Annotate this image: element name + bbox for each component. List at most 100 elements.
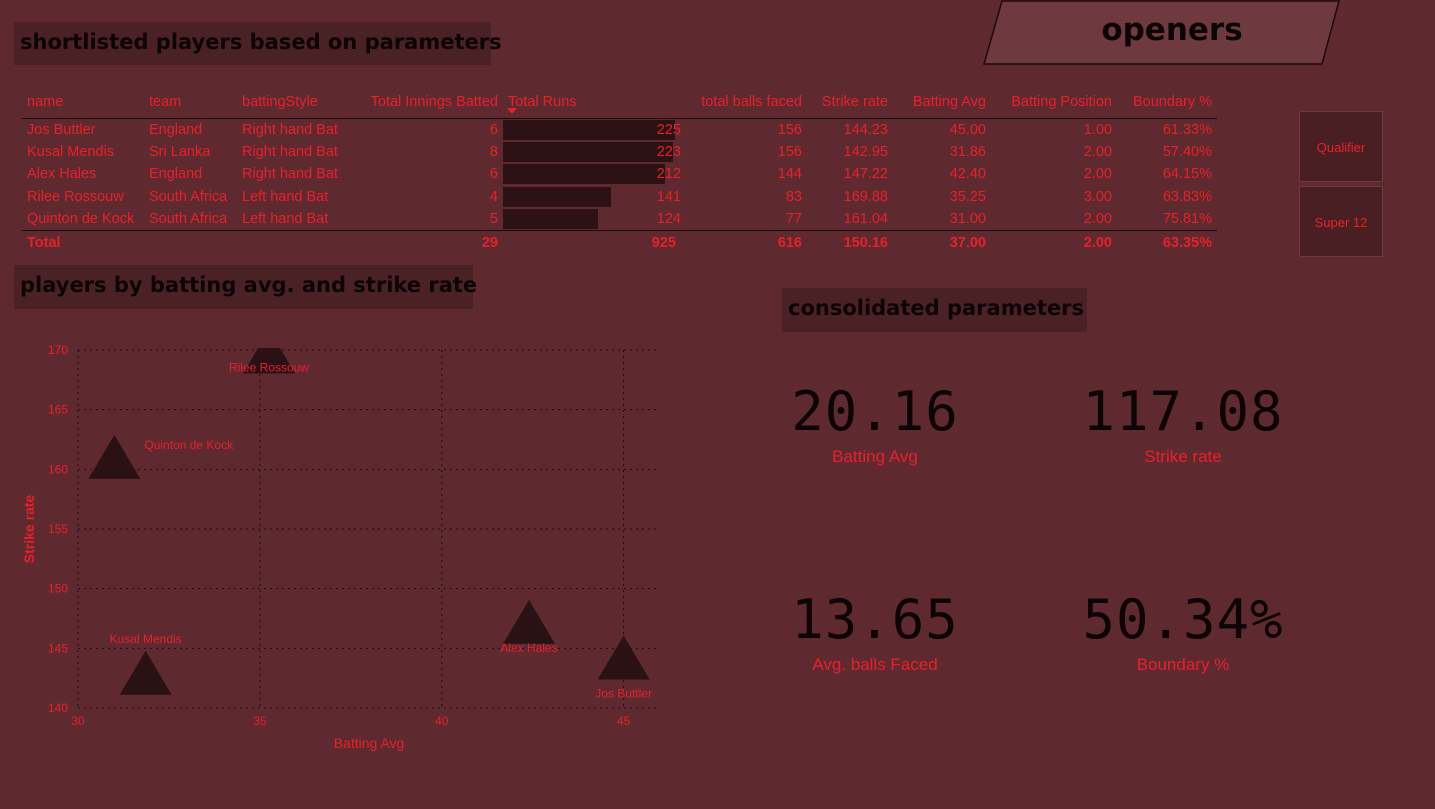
shortlist-table: name team battingStyle Total Innings Bat…	[22, 86, 1222, 255]
cell-name: Kusal Mendis	[27, 143, 115, 160]
table-row[interactable]: Rilee Rossouw South Africa Left hand Bat 4 1…	[22, 186, 1217, 209]
column-header-batting-style[interactable]: battingStyle	[237, 86, 347, 118]
kpi-value: 50.34%	[1082, 588, 1284, 651]
table-total-row: Total 29 925 616 150.16 37.00 2.00 63.35%	[22, 230, 1217, 255]
x-tick-label: 35	[253, 714, 267, 728]
runs-value: 141	[656, 189, 681, 206]
column-header-batting-position[interactable]: Batting Position	[991, 86, 1117, 118]
cell-balls: 83	[785, 189, 802, 206]
column-header-runs-label: Total Runs	[508, 93, 577, 110]
cell-strike-rate: 147.22	[843, 166, 888, 183]
cell-team: South Africa	[149, 189, 228, 206]
cell-batting-position: 2.00	[1083, 166, 1112, 183]
column-header-name[interactable]: name	[22, 86, 144, 118]
cell-balls: 156	[777, 143, 802, 160]
total-runs: 925	[651, 235, 676, 252]
cell-boundary: 75.81%	[1162, 211, 1212, 228]
point-label: Jos Buttler	[595, 687, 652, 701]
cell-runs: 212	[503, 163, 681, 186]
plot-top-mask	[14, 330, 674, 348]
cell-strike-rate: 142.95	[843, 143, 888, 160]
scatter-point	[119, 650, 172, 695]
cell-strike-rate: 169.88	[843, 189, 888, 206]
x-tick-label: 40	[435, 714, 449, 728]
column-header-innings[interactable]: Total Innings Batted	[347, 86, 503, 118]
cell-batting-style: Right hand Bat	[242, 143, 338, 160]
y-tick-label: 145	[48, 641, 68, 655]
cell-boundary: 61.33%	[1162, 121, 1212, 138]
total-strike-rate: 150.16	[843, 235, 888, 252]
total-balls: 616	[777, 235, 802, 252]
cell-batting-avg: 35.25	[949, 189, 986, 206]
cell-name: Rilee Rossouw	[27, 189, 124, 206]
cell-innings: 4	[489, 189, 498, 206]
kpi-label: Strike rate	[1144, 447, 1222, 466]
x-tick-label: 30	[71, 714, 85, 728]
column-header-team[interactable]: team	[144, 86, 237, 118]
cell-batting-position: 3.00	[1083, 189, 1112, 206]
x-axis-title: Batting Avg	[334, 735, 405, 751]
total-boundary: 63.35%	[1162, 235, 1212, 252]
kpi-avg-balls-faced: 13.65 Avg. balls Faced	[725, 588, 1025, 675]
total-batting-position: 2.00	[1083, 235, 1112, 252]
kpi-label: Avg. balls Faced	[812, 655, 938, 674]
cell-boundary: 63.83%	[1162, 189, 1212, 206]
cell-runs: 124	[503, 208, 681, 231]
scatter-point	[88, 434, 141, 479]
openers-badge: openers	[982, 0, 1342, 66]
shortlist-title: shortlisted players based on parameters	[14, 22, 502, 65]
y-tick-label: 160	[48, 462, 68, 476]
cell-team: England	[149, 121, 203, 138]
cell-batting-avg: 45.00	[949, 121, 986, 138]
cell-innings: 6	[489, 121, 498, 138]
column-header-strike-rate[interactable]: Strike rate	[807, 86, 893, 118]
column-header-batting-avg[interactable]: Batting Avg	[893, 86, 991, 118]
table-row[interactable]: Quinton de Kock South Africa Left hand Bat…	[22, 208, 1217, 231]
scatter-chart: 140 145 150 155 160 165 170 30 35 40 45 Batting Avg…	[14, 330, 674, 751]
cell-batting-style: Right hand Bat	[242, 121, 338, 138]
sort-desc-icon	[507, 108, 517, 114]
column-header-boundary[interactable]: Boundary %	[1117, 86, 1217, 118]
point-label: Rilee Rossouw	[229, 360, 309, 374]
column-header-balls[interactable]: total balls faced	[681, 86, 807, 118]
kpi-batting-avg: 20.16 Batting Avg	[725, 380, 1025, 467]
y-axis-title: Strike rate	[21, 495, 37, 564]
table-row[interactable]: Jos Buttler England Right hand Bat 6 225 156 1…	[22, 118, 1217, 141]
point-label: Quinton de Kock	[144, 438, 234, 452]
y-tick-label: 140	[48, 701, 68, 715]
cell-innings: 6	[489, 166, 498, 183]
runs-value: 225	[656, 121, 681, 138]
y-tick-label: 170	[48, 343, 68, 357]
y-tick-label: 165	[48, 403, 68, 417]
runs-value: 124	[656, 211, 681, 228]
cell-team: South Africa	[149, 211, 228, 228]
qualifier-button[interactable]: Qualifier	[1299, 111, 1383, 182]
cell-balls: 144	[777, 166, 802, 183]
kpi-label: Boundary %	[1136, 655, 1230, 674]
table-row[interactable]: Kusal Mendis Sri Lanka Right hand Bat 8 223 1…	[22, 141, 1217, 164]
cell-boundary: 64.15%	[1162, 166, 1212, 183]
consolidated-title: consolidated parameters	[782, 288, 1087, 332]
total-label: Total	[27, 235, 61, 252]
kpi-label: Batting Avg	[832, 447, 918, 466]
cell-runs: 225	[503, 118, 681, 141]
cell-balls: 77	[785, 211, 802, 228]
cell-balls: 156	[777, 121, 802, 138]
super-12-button[interactable]: Super 12	[1299, 186, 1383, 257]
kpi-value: 20.16	[791, 380, 959, 443]
table-row[interactable]: Alex Hales England Right hand Bat 6 212 144 14…	[22, 163, 1217, 186]
point-label: Kusal Mendis	[110, 632, 182, 646]
cell-batting-avg: 31.00	[949, 211, 986, 228]
cell-runs: 141	[503, 186, 681, 209]
cell-innings: 5	[489, 211, 498, 228]
cell-batting-style: Right hand Bat	[242, 166, 338, 183]
scatter-point	[503, 599, 556, 644]
scatter-point	[597, 635, 650, 680]
x-tick-label: 45	[617, 714, 631, 728]
y-tick-label: 155	[48, 522, 68, 536]
y-tick-label: 150	[48, 582, 68, 596]
point-label: Alex Hales	[500, 641, 557, 655]
total-batting-avg: 37.00	[949, 235, 986, 252]
column-header-runs[interactable]: Total Runs	[503, 86, 681, 118]
total-team	[144, 231, 237, 255]
